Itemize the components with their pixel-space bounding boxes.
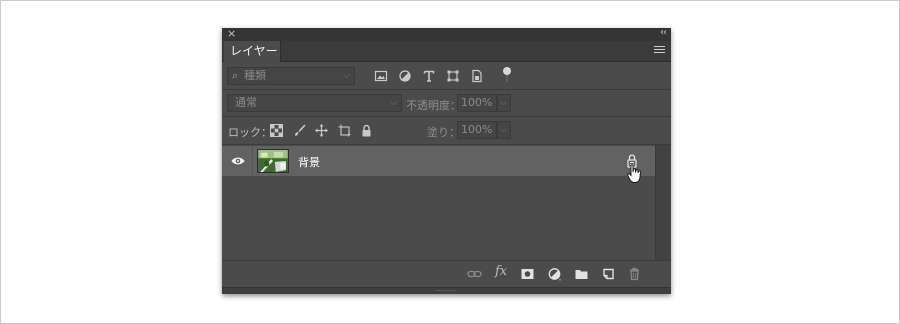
blend-mode-value: 通常 [235,96,257,109]
adjustment-layer-icon[interactable] [547,267,562,281]
visibility-toggle[interactable] [222,146,253,176]
layer-name: 背景 [298,156,320,169]
chevron-down-icon: ⌵ [343,71,350,81]
fill-dropdown-button[interactable]: ⌵ [497,121,511,139]
panel-tabbar: レイヤー [222,41,671,62]
resize-grip-icon [436,290,456,292]
chevron-down-icon: ⌵ [390,98,397,108]
panel-resize-handle[interactable] [222,287,671,294]
layer-thumbnail [257,149,289,173]
search-icon: ⌕ [232,69,239,82]
smart-object-filter-icon[interactable] [470,69,484,83]
chevron-down-icon: ⌵ [500,125,507,135]
chevron-down-icon: ⌵ [500,98,507,108]
lock-transparent-pixels-icon[interactable] [270,124,283,137]
layer-row-background[interactable]: 背景 [222,146,655,183]
new-group-icon[interactable] [574,267,589,281]
eye-icon [231,157,245,165]
layers-scrollbar[interactable] [655,145,671,260]
tab-layers[interactable]: レイヤー [224,41,281,62]
fx-icon[interactable]: fx [495,264,510,279]
filter-toggle-icon[interactable] [501,66,513,84]
opacity-input[interactable]: 100% [457,94,497,112]
shape-filter-icon[interactable] [446,69,460,83]
collapse-icon[interactable]: ‹‹ [660,27,667,38]
filter-kind-label: 種類 [244,69,266,82]
layers-list: 背景 [222,145,655,260]
panel-menu-icon[interactable] [654,46,665,55]
add-mask-icon[interactable] [520,267,535,281]
fill-input[interactable]: 100% [457,121,497,139]
lock-position-icon[interactable] [315,124,328,137]
panel-titlebar: × ‹‹ [222,27,671,41]
delete-icon[interactable] [627,267,642,281]
hand-cursor-icon [627,164,641,183]
opacity-dropdown-button[interactable]: ⌵ [497,94,511,112]
link-layers-icon[interactable] [467,267,482,281]
lock-label: ロック： [228,126,272,139]
lock-all-icon[interactable] [360,124,373,137]
lock-image-pixels-icon[interactable] [293,124,306,137]
panel-footer: fx [222,260,671,287]
layers-panel: × ‹‹ レイヤー ⌕ 種類 ⌵ 通常 ⌵ 不透明度： 100% ⌵ ロック： … [222,27,671,294]
fill-label: 塗り： [427,126,460,139]
filter-kind-select[interactable]: ⌕ 種類 ⌵ [227,67,355,85]
new-layer-icon[interactable] [601,267,616,281]
adjustment-filter-icon[interactable] [398,69,412,83]
lock-artboard-icon[interactable] [338,124,351,137]
close-icon[interactable]: × [227,27,236,40]
image-filter-icon[interactable] [374,69,388,83]
type-filter-icon[interactable] [422,69,436,83]
blend-row: 通常 ⌵ 不透明度： 100% ⌵ [222,90,671,117]
lock-row: ロック： 塗り： 100% ⌵ [222,117,671,145]
opacity-label: 不透明度： [406,99,461,112]
filter-row: ⌕ 種類 ⌵ [222,62,671,90]
blend-mode-select[interactable]: 通常 ⌵ [227,94,402,112]
